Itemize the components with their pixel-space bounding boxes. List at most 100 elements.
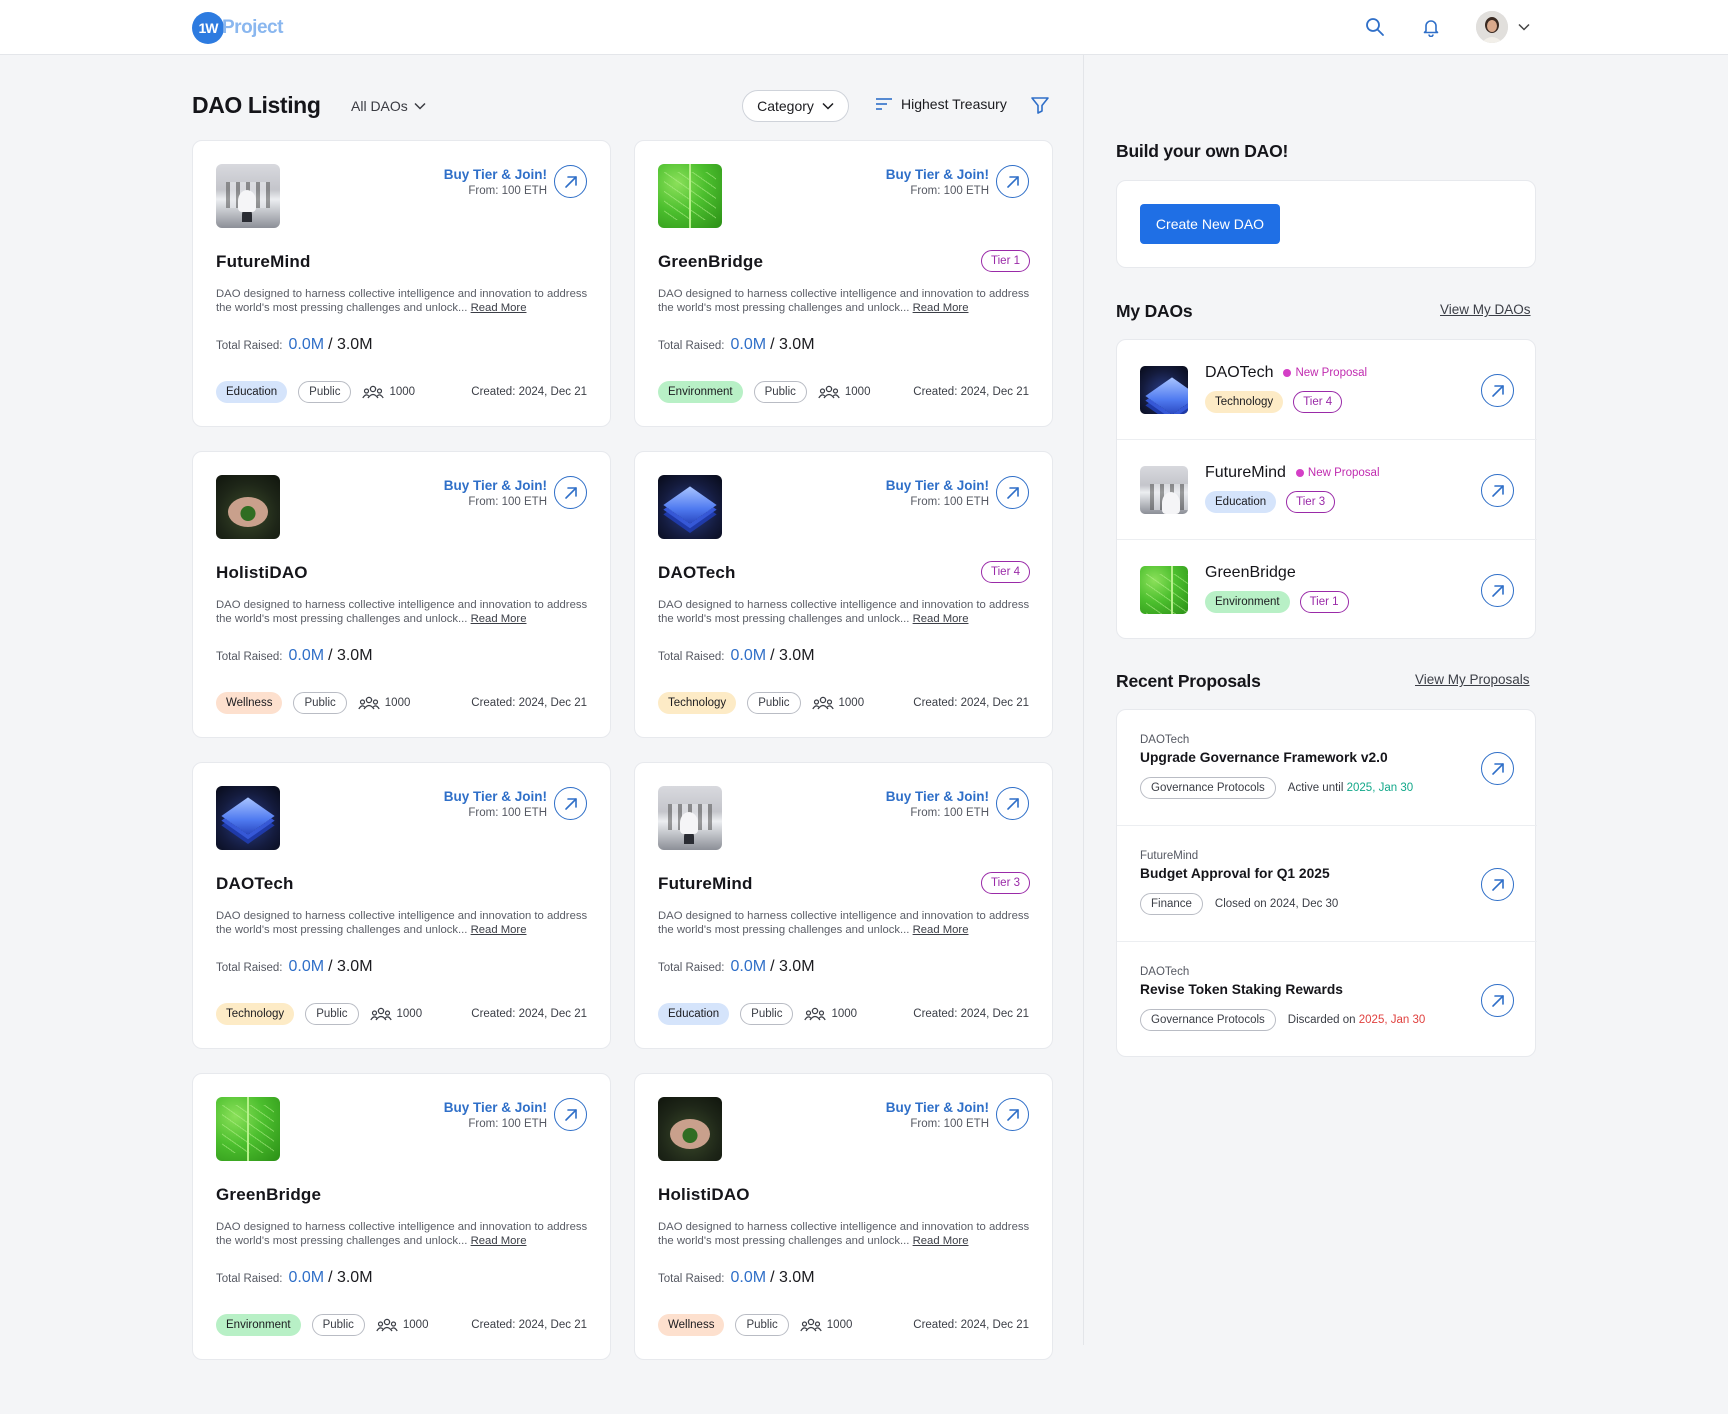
buy-tier-join-link[interactable]: Buy Tier & Join! [444, 1100, 547, 1115]
buy-tier-join-link[interactable]: Buy Tier & Join! [886, 1100, 989, 1115]
open-dao-button[interactable] [996, 787, 1029, 820]
category-tag: Technology [658, 692, 737, 714]
read-more-link[interactable]: Read More [913, 924, 969, 936]
read-more-link[interactable]: Read More [913, 1235, 969, 1247]
open-dao-button[interactable] [554, 165, 587, 198]
open-proposal-button[interactable] [1481, 984, 1514, 1017]
read-more-link[interactable]: Read More [471, 613, 527, 625]
raise-target: / 3.0M [770, 1269, 815, 1286]
my-dao-item[interactable]: DAOTech New Proposal Technology Tier 4 [1117, 340, 1537, 440]
create-new-dao-button[interactable]: Create New DAO [1140, 204, 1280, 244]
new-proposal-indicator: New Proposal [1283, 367, 1367, 379]
dao-meta: Wellness Public 1000 Created: 2024, Dec 21 [658, 1313, 1029, 1337]
open-dao-button[interactable] [996, 1098, 1029, 1131]
raised-amount: 0.0M [288, 1269, 325, 1286]
open-dao-button[interactable] [554, 1098, 587, 1131]
buy-tier-join-link[interactable]: Buy Tier & Join! [444, 478, 547, 493]
app-logo[interactable]: 1W Project [192, 12, 283, 44]
dao-name: HolistiDAO [658, 1185, 750, 1204]
sort-dropdown[interactable]: Highest Treasury [875, 96, 1007, 112]
description-text: DAO designed to harness collective intel… [216, 1221, 588, 1247]
proposal-item[interactable]: DAOTech Upgrade Governance Framework v2.0… [1117, 710, 1537, 826]
open-dao-button[interactable] [996, 165, 1029, 198]
open-proposal-button[interactable] [1481, 868, 1514, 901]
new-proposal-indicator: New Proposal [1295, 467, 1380, 479]
buy-tier-join-link[interactable]: Buy Tier & Join! [886, 789, 989, 804]
total-raised-label: Total Raised: [216, 651, 283, 663]
read-more-link[interactable]: Read More [471, 302, 527, 314]
view-filter-dropdown[interactable]: All DAOs [351, 98, 426, 114]
proposal-title: Revise Token Staking Rewards [1140, 982, 1343, 997]
notification-bell-icon[interactable] [1418, 14, 1444, 40]
created-date: Created: 2024, Dec 21 [913, 1319, 1029, 1331]
tier-badge: Tier 1 [981, 250, 1030, 272]
dao-card[interactable]: Buy Tier & Join! From: 100 ETH GreenBridge… [192, 1073, 611, 1360]
dao-name: FutureMind [1205, 464, 1286, 481]
total-raised: Total Raised: 0.0M/ 3.0M [216, 1269, 373, 1287]
filter-icon[interactable] [1030, 95, 1050, 115]
view-my-daos-link[interactable]: View My DAOs [1440, 302, 1531, 317]
raised-amount: 0.0M [730, 647, 767, 664]
buy-tier-join-link[interactable]: Buy Tier & Join! [886, 478, 989, 493]
my-dao-item[interactable]: FutureMind New Proposal Education Tier 3 [1117, 440, 1537, 540]
dao-meta: Technology Public 1000 Created: 2024, Dec 2… [216, 1002, 587, 1026]
dao-card[interactable]: Buy Tier & Join! From: 100 ETH DAOTech Tier… [634, 451, 1053, 738]
read-more-link[interactable]: Read More [471, 924, 527, 936]
proposal-item[interactable]: FutureMind Budget Approval for Q1 2025 Fin… [1117, 826, 1537, 942]
dao-meta: Education Public 1000 Created: 2024, Dec 21 [658, 1002, 1029, 1026]
read-more-link[interactable]: Read More [913, 613, 969, 625]
arrow-up-right-icon [1491, 384, 1504, 397]
raise-target: / 3.0M [328, 958, 373, 975]
member-count: 1000 [362, 385, 415, 399]
read-more-link[interactable]: Read More [471, 1235, 527, 1247]
open-dao-button[interactable] [1481, 574, 1514, 607]
open-dao-button[interactable] [996, 476, 1029, 509]
raised-amount: 0.0M [288, 647, 325, 664]
dao-card[interactable]: Buy Tier & Join! From: 100 ETH FutureMind D… [192, 140, 611, 427]
raised-amount: 0.0M [288, 336, 325, 353]
dao-card[interactable]: Buy Tier & Join! From: 100 ETH HolistiDAO D… [634, 1073, 1053, 1360]
total-raised: Total Raised: 0.0M/ 3.0M [216, 958, 373, 976]
chevron-down-icon[interactable] [1511, 14, 1537, 40]
category-tag: Wellness [658, 1314, 725, 1336]
dao-card[interactable]: Buy Tier & Join! From: 100 ETH HolistiDAO D… [192, 451, 611, 738]
dao-card[interactable]: Buy Tier & Join! From: 100 ETH GreenBridge… [634, 140, 1053, 427]
content-divider [1083, 55, 1084, 1345]
dao-name: DAOTech [216, 874, 294, 893]
description-text: DAO designed to harness collective intel… [658, 1221, 1030, 1247]
dao-card[interactable]: Buy Tier & Join! From: 100 ETH DAOTech DAO … [192, 762, 611, 1049]
total-raised: Total Raised: 0.0M/ 3.0M [658, 1269, 815, 1287]
new-proposal-label: New Proposal [1295, 367, 1368, 379]
recent-proposals-title: Recent Proposals [1116, 671, 1261, 691]
recent-proposals-panel: DAOTech Upgrade Governance Framework v2.0… [1116, 709, 1537, 1058]
proposal-date: 2025, Jan 30 [1358, 1014, 1426, 1026]
min-price: From: 100 ETH [468, 185, 547, 197]
category-dropdown[interactable]: Category [742, 90, 849, 122]
open-dao-button[interactable] [554, 476, 587, 509]
dao-card[interactable]: Buy Tier & Join! From: 100 ETH FutureMind T… [634, 762, 1053, 1049]
sort-icon [876, 98, 892, 110]
total-raised-label: Total Raised: [216, 962, 283, 974]
buy-tier-join-link[interactable]: Buy Tier & Join! [444, 167, 547, 182]
arrow-up-right-icon [1491, 994, 1504, 1007]
open-dao-button[interactable] [554, 787, 587, 820]
created-date: Created: 2024, Dec 21 [913, 386, 1029, 398]
read-more-link[interactable]: Read More [913, 302, 969, 314]
open-proposal-button[interactable] [1481, 752, 1514, 785]
buy-tier-join-link[interactable]: Buy Tier & Join! [886, 167, 989, 182]
my-dao-item[interactable]: GreenBridge Environment Tier 1 [1117, 540, 1537, 640]
view-my-proposals-link[interactable]: View My Proposals [1415, 672, 1530, 687]
total-raised-label: Total Raised: [658, 1273, 725, 1285]
search-icon[interactable] [1362, 14, 1388, 40]
buy-tier-join-link[interactable]: Buy Tier & Join! [444, 789, 547, 804]
status-dot-icon [1283, 369, 1292, 377]
open-dao-button[interactable] [1481, 474, 1514, 507]
member-count-value: 1000 [838, 697, 865, 709]
dao-description: DAO designed to harness collective intel… [658, 909, 1030, 937]
member-count-value: 1000 [831, 1008, 858, 1020]
dao-image [1140, 366, 1188, 414]
proposal-item[interactable]: DAOTech Revise Token Staking Rewards Gover… [1117, 942, 1537, 1058]
dao-image [1140, 566, 1188, 614]
user-avatar[interactable] [1476, 11, 1508, 43]
open-dao-button[interactable] [1481, 374, 1514, 407]
